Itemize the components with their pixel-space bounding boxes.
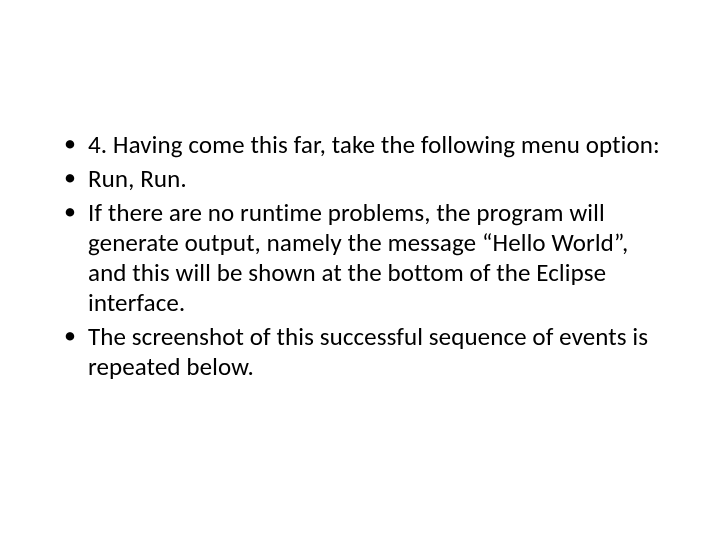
list-item: The screenshot of this successful sequen…	[60, 322, 660, 382]
bullet-text: 4. Having come this far, take the follow…	[88, 129, 660, 160]
list-item: If there are no runtime problems, the pr…	[60, 198, 660, 318]
slide: 4. Having come this far, take the follow…	[0, 0, 720, 540]
bullet-text: Run, Run.	[88, 163, 187, 194]
bullet-text: The screenshot of this successful sequen…	[88, 321, 648, 382]
list-item: 4. Having come this far, take the follow…	[60, 130, 660, 160]
list-item: Run, Run.	[60, 164, 660, 194]
bullet-list: 4. Having come this far, take the follow…	[60, 130, 660, 382]
bullet-text: If there are no runtime problems, the pr…	[88, 197, 628, 318]
